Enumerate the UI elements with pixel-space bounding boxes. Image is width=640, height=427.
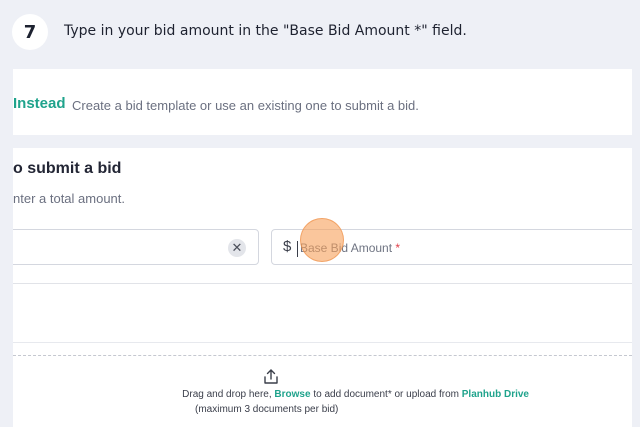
- close-icon[interactable]: ✕: [228, 239, 246, 257]
- divider: [13, 342, 632, 343]
- click-highlight: [300, 218, 344, 262]
- template-section-description: Create a bid template or use an existing…: [72, 98, 419, 113]
- step-header: 7 Type in your bid amount in the "Base B…: [0, 0, 640, 64]
- dropzone-text-prefix: Drag and drop here,: [182, 389, 275, 400]
- step-instruction: Type in your bid amount in the "Base Bid…: [64, 23, 467, 39]
- dropzone-note: (maximum 3 documents per bid): [195, 404, 339, 415]
- planhub-drive-link[interactable]: Planhub Drive: [462, 389, 529, 400]
- submit-bid-title: o submit a bid: [13, 160, 122, 177]
- required-marker: *: [395, 241, 401, 255]
- text-cursor: [297, 241, 298, 257]
- upload-icon[interactable]: [262, 368, 280, 386]
- document-dropzone[interactable]: [13, 355, 632, 356]
- divider: [13, 283, 632, 284]
- bid-template-card: Instead Create a bid template or use an …: [13, 69, 632, 135]
- template-section-title: Instead: [13, 95, 66, 112]
- dropzone-text-middle: to add document* or upload from: [310, 389, 462, 400]
- currency-symbol: $: [283, 238, 292, 255]
- bid-item-field[interactable]: ✕: [13, 229, 259, 265]
- step-number-badge: 7: [12, 14, 48, 50]
- submit-bid-description: nter a total amount.: [13, 191, 126, 206]
- dropzone-instructions: Drag and drop here, Browse to add docume…: [13, 389, 529, 400]
- submit-bid-card: o submit a bid nter a total amount. ✕ $ …: [13, 148, 632, 427]
- browse-link[interactable]: Browse: [274, 389, 310, 400]
